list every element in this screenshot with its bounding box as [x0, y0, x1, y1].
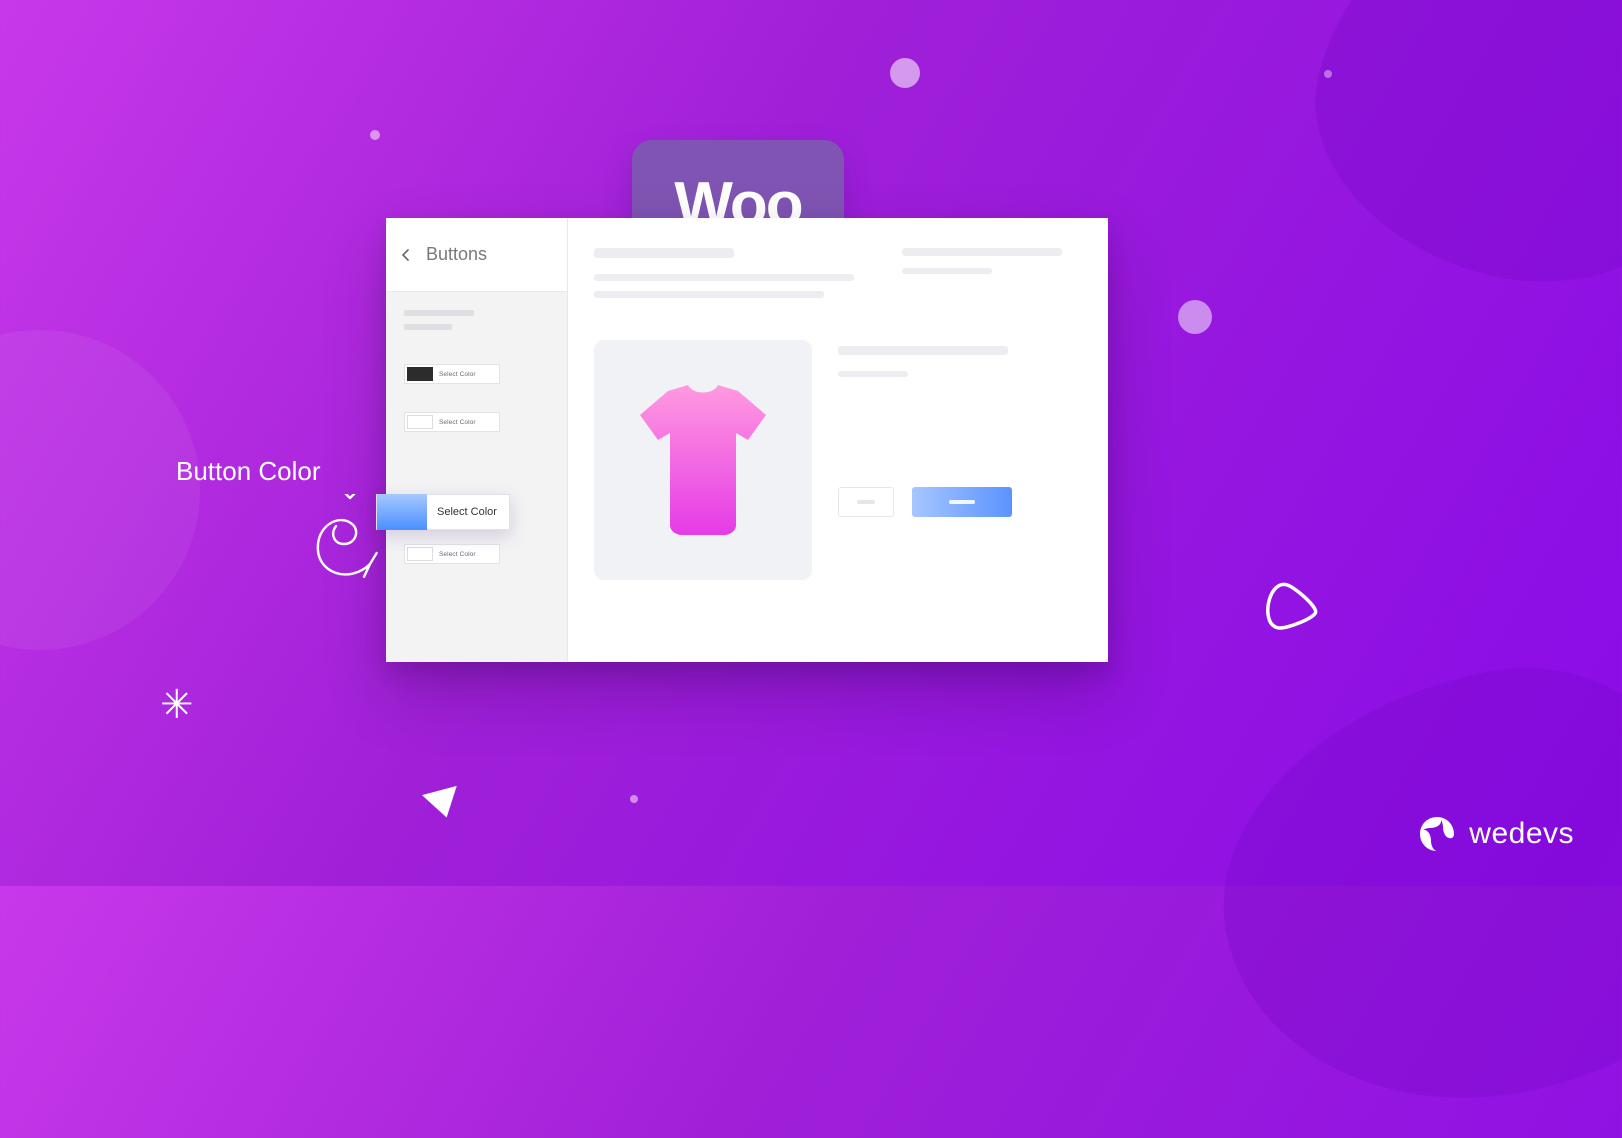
skeleton-line — [404, 310, 474, 316]
decorative-dot — [1178, 300, 1212, 334]
sidebar-title: Buttons — [426, 244, 487, 265]
skeleton-line — [404, 324, 452, 330]
product-image-card — [594, 340, 812, 580]
rounded-triangle-icon — [1262, 580, 1322, 635]
skeleton-line — [594, 248, 734, 258]
skeleton-line — [594, 291, 824, 298]
customizer-sidebar: Buttons Select Color Select Color Select… — [386, 218, 568, 662]
skeleton-line — [838, 371, 908, 377]
wedevs-logo-icon — [1417, 814, 1457, 854]
color-picker-row-active[interactable]: Select Color — [376, 494, 510, 530]
brand-name: wedevs — [1469, 817, 1574, 851]
select-color-label: Select Color — [439, 551, 476, 558]
select-color-label[interactable]: Select Color — [427, 506, 507, 518]
product-area — [594, 340, 1082, 580]
skeleton-line — [902, 268, 992, 274]
quantity-box[interactable] — [838, 487, 894, 517]
back-chevron-icon[interactable] — [394, 243, 418, 267]
color-swatch — [407, 367, 433, 381]
color-swatch — [407, 547, 433, 561]
select-color-label: Select Color — [439, 371, 476, 378]
decorative-dot — [370, 130, 380, 140]
color-picker-row[interactable]: Select Color — [404, 412, 500, 432]
skeleton-line — [902, 248, 1062, 256]
color-picker-row[interactable]: Select Color — [404, 544, 500, 564]
decorative-blob — [0, 330, 200, 650]
skeleton-line — [594, 274, 854, 281]
product-info-column — [838, 340, 1082, 580]
cta-row — [838, 487, 1082, 517]
callout-arrow-icon — [300, 494, 390, 584]
sidebar-body: Select Color Select Color Select Color S… — [386, 292, 567, 662]
select-color-label: Select Color — [439, 419, 476, 426]
color-picker-row[interactable]: Select Color — [404, 364, 500, 384]
triangle-icon — [422, 786, 464, 822]
decorative-blob — [1189, 634, 1622, 1138]
tshirt-icon — [638, 385, 768, 535]
add-to-cart-button[interactable] — [912, 487, 1012, 517]
callout-label: Button Color — [176, 456, 321, 487]
decorative-dot — [630, 795, 638, 803]
decorative-dot — [1324, 70, 1332, 78]
skeleton-line — [838, 346, 1008, 355]
customizer-panel: Buttons Select Color Select Color Select… — [386, 218, 1108, 662]
asterisk-icon: ✳ — [160, 685, 194, 725]
brand-footer: wedevs — [1417, 814, 1574, 854]
decorative-blob — [1280, 0, 1622, 328]
decorative-dot — [890, 58, 920, 88]
preview-header-right — [902, 248, 1082, 274]
color-swatch — [407, 415, 433, 429]
sidebar-header: Buttons — [386, 218, 567, 292]
preview-pane — [568, 218, 1108, 662]
